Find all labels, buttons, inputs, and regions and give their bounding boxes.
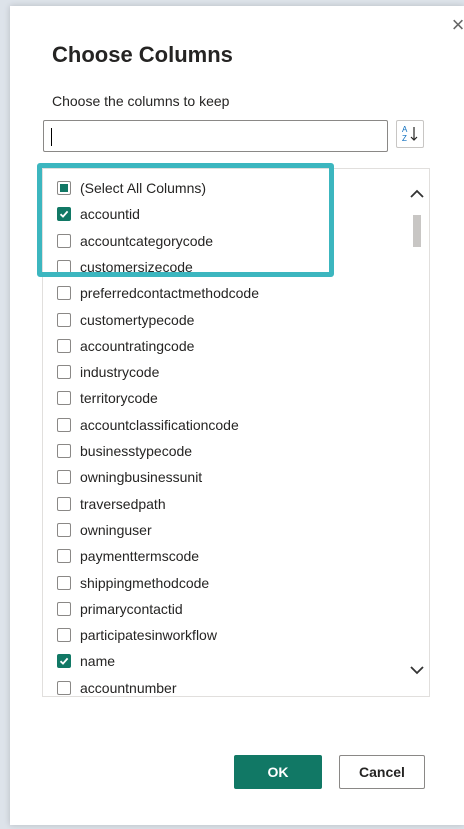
column-item[interactable]: accountclassificationcode [57,413,239,437]
column-item[interactable]: preferredcontactmethodcode [57,281,259,305]
column-checkbox[interactable] [57,338,71,353]
column-checkbox[interactable] [57,207,71,222]
checkmark-icon [59,211,69,219]
scrollbar-thumb[interactable] [413,215,421,247]
column-item[interactable]: owningbusinessunit [57,465,202,489]
column-label: customertypecode [80,311,195,328]
column-label: accountid [80,206,140,223]
column-checkbox[interactable] [57,496,71,511]
svg-text:Z: Z [402,134,407,143]
dialog-title: Choose Columns [52,42,233,67]
column-checkbox[interactable] [57,628,71,643]
cancel-button[interactable]: Cancel [339,755,425,789]
column-item[interactable]: shippingmethodcode [57,571,209,595]
column-checkbox[interactable] [57,680,71,695]
column-item[interactable]: name [57,649,115,673]
column-label: preferredcontactmethodcode [80,285,259,302]
column-item[interactable]: accountnumber [57,676,177,696]
dialog-subtitle: Choose the columns to keep [52,93,230,109]
column-list[interactable]: (Select All Columns) accountid accountcate… [42,168,430,697]
column-item[interactable]: accountratingcode [57,334,194,358]
column-label: traversedpath [80,495,166,512]
column-checkbox[interactable] [57,391,71,406]
column-checkbox[interactable] [57,312,71,327]
column-label: (Select All Columns) [80,180,207,196]
column-item[interactable]: participatesinworkflow [57,623,217,647]
column-checkbox[interactable] [57,575,71,590]
column-label: customersizecode [80,258,193,275]
column-checkbox[interactable] [57,259,71,274]
column-checkbox[interactable] [57,522,71,537]
column-item[interactable]: businesstypecode [57,439,192,463]
column-label: primarycontactid [80,600,183,617]
column-item[interactable]: accountcategorycode [57,229,213,253]
search-input[interactable] [43,120,388,152]
column-item[interactable]: primarycontactid [57,597,183,621]
column-item[interactable]: industrycode [57,360,159,384]
column-label: accountratingcode [80,337,195,354]
column-checkbox[interactable] [57,549,71,564]
column-checkbox[interactable] [57,417,71,432]
column-label: accountclassificationcode [80,416,239,433]
column-label: paymenttermscode [80,548,200,565]
close-icon[interactable]: × [447,14,464,36]
column-label: territorycode [80,390,158,407]
column-label: accountnumber [80,679,177,696]
sort-button[interactable]: A Z [396,120,424,148]
column-label: shippingmethodcode [80,574,210,591]
column-checkbox[interactable] [57,286,71,301]
column-checkbox[interactable] [57,233,71,248]
sort-az-icon: A Z [402,125,418,143]
column-label: owningbusinessunit [80,469,203,486]
column-checkbox[interactable] [57,470,71,485]
checkmark-icon [59,658,69,666]
column-item[interactable]: (Select All Columns) [57,176,206,200]
column-item[interactable]: customertypecode [57,308,194,332]
scroll-down-icon[interactable] [408,661,426,679]
column-item[interactable]: customersizecode [57,255,193,279]
text-cursor [51,128,52,146]
column-item[interactable]: territorycode [57,386,158,410]
ok-button[interactable]: OK [234,755,322,789]
column-item[interactable]: paymenttermscode [57,544,199,568]
column-item[interactable]: traversedpath [57,492,166,516]
column-label: name [80,653,116,670]
column-label: accountcategorycode [80,232,214,249]
column-label: industrycode [80,364,160,381]
column-label: businesstypecode [80,443,193,459]
scroll-up-icon[interactable] [408,185,426,203]
svg-text:A: A [402,125,408,134]
column-item[interactable]: accountid [57,202,140,226]
column-item[interactable]: owninguser [57,518,152,542]
column-checkbox[interactable] [57,601,71,616]
column-checkbox[interactable] [57,181,71,195]
column-checkbox[interactable] [57,444,71,458]
column-label: participatesinworkflow [80,627,217,644]
column-checkbox[interactable] [57,654,71,669]
column-label: owninguser [80,521,152,538]
column-checkbox[interactable] [57,365,71,380]
